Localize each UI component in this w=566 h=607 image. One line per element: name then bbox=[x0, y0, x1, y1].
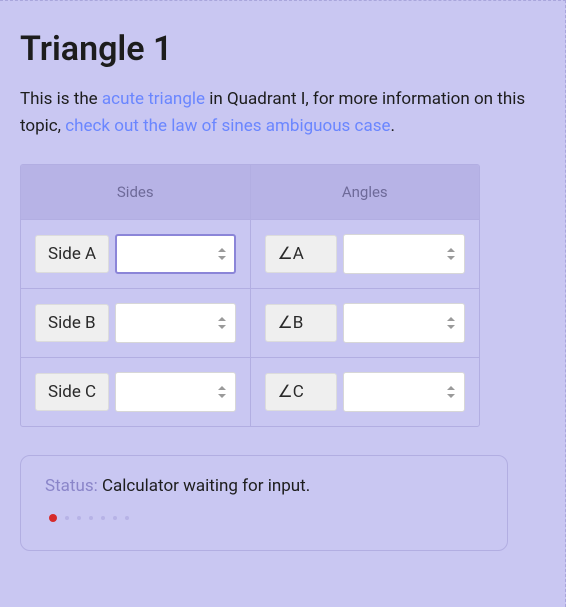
angle-a-cell: ∠A bbox=[251, 219, 480, 288]
table-row: Side A ∠A bbox=[21, 219, 479, 288]
angle-c-input-wrapper bbox=[343, 372, 466, 412]
dot-icon bbox=[89, 516, 93, 520]
intro-part-3: . bbox=[390, 116, 394, 136]
angle-b-label: ∠B bbox=[265, 304, 337, 342]
side-c-input-wrapper bbox=[115, 372, 235, 412]
status-message: Calculator waiting for input. bbox=[102, 476, 310, 496]
dot-icon bbox=[49, 514, 57, 522]
triangle-inputs-table: Sides Angles Side A ∠A bbox=[20, 164, 480, 427]
angle-c-cell: ∠C bbox=[251, 357, 480, 426]
angle-b-cell: ∠B bbox=[251, 288, 480, 357]
side-a-label: Side A bbox=[35, 235, 109, 273]
dot-icon bbox=[65, 516, 69, 520]
angle-a-label: ∠A bbox=[265, 235, 337, 273]
intro-part-1: This is the bbox=[20, 89, 102, 109]
side-a-input[interactable] bbox=[115, 234, 235, 274]
triangle-panel: Triangle 1 This is the acute triangle in… bbox=[0, 0, 566, 607]
dot-icon bbox=[101, 516, 105, 520]
angle-b-input-wrapper bbox=[343, 303, 466, 343]
side-b-label: Side B bbox=[35, 304, 109, 342]
side-a-input-wrapper bbox=[115, 234, 235, 274]
side-c-input[interactable] bbox=[115, 372, 235, 412]
header-sides: Sides bbox=[21, 165, 251, 219]
side-c-label: Side C bbox=[35, 373, 109, 411]
law-of-sines-link[interactable]: check out the law of sines ambiguous cas… bbox=[65, 116, 390, 136]
side-b-input[interactable] bbox=[115, 303, 236, 343]
side-a-cell: Side A bbox=[21, 219, 251, 288]
dot-icon bbox=[113, 516, 117, 520]
status-label: Status: bbox=[45, 476, 102, 496]
angle-a-input[interactable] bbox=[343, 234, 466, 274]
page-title: Triangle 1 bbox=[20, 29, 545, 69]
dot-icon bbox=[77, 516, 81, 520]
side-b-cell: Side B bbox=[21, 288, 251, 357]
angle-c-input[interactable] bbox=[343, 372, 466, 412]
progress-dots bbox=[45, 514, 483, 522]
angle-c-label: ∠C bbox=[265, 373, 337, 411]
acute-triangle-link[interactable]: acute triangle bbox=[102, 89, 205, 109]
status-line: Status: Calculator waiting for input. bbox=[45, 476, 483, 496]
angle-b-input[interactable] bbox=[343, 303, 466, 343]
intro-text: This is the acute triangle in Quadrant I… bbox=[20, 86, 545, 140]
dot-icon bbox=[125, 516, 129, 520]
table-row: Side B ∠B bbox=[21, 288, 479, 357]
table-row: Side C ∠C bbox=[21, 357, 479, 426]
angle-a-input-wrapper bbox=[343, 234, 466, 274]
side-c-cell: Side C bbox=[21, 357, 251, 426]
side-b-input-wrapper bbox=[115, 303, 236, 343]
table-header: Sides Angles bbox=[21, 165, 479, 219]
status-card: Status: Calculator waiting for input. bbox=[20, 455, 508, 551]
header-angles: Angles bbox=[251, 165, 480, 219]
